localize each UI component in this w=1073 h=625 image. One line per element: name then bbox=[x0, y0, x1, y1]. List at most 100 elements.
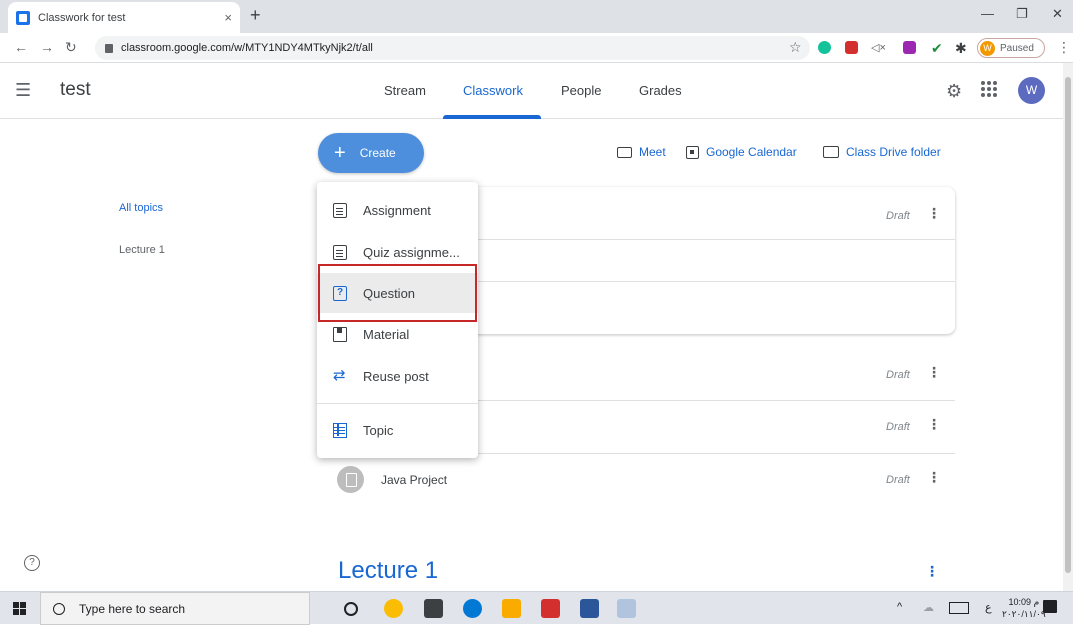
grammarly-extension-icon[interactable] bbox=[818, 41, 831, 54]
forward-icon[interactable]: → bbox=[40, 39, 54, 55]
main-menu-icon[interactable]: ☰ bbox=[15, 80, 31, 101]
windows-start-icon[interactable] bbox=[13, 602, 26, 615]
url-text: classroom.google.com/w/MTY1NDY4MTkyNjk2/… bbox=[121, 42, 373, 54]
menu-item-label: Quiz assignme... bbox=[363, 244, 460, 260]
tab-grades[interactable]: Grades bbox=[639, 83, 682, 98]
page-scrollbar[interactable] bbox=[1063, 63, 1073, 591]
topic-all-topics[interactable]: All topics bbox=[119, 202, 163, 214]
reuse-arrows-icon: ⇄ bbox=[333, 366, 346, 384]
b-extension-icon[interactable] bbox=[903, 41, 916, 54]
extensions-puzzle-icon[interactable]: ✱ bbox=[955, 40, 967, 57]
tray-expand-icon[interactable]: ^ bbox=[897, 601, 902, 613]
class-drive-folder-link[interactable]: Class Drive folder bbox=[823, 145, 941, 159]
card-row[interactable] bbox=[448, 187, 955, 240]
back-icon[interactable]: ← bbox=[14, 39, 28, 55]
draft-status: Draft bbox=[886, 421, 910, 433]
tab-close-icon[interactable]: × bbox=[224, 10, 232, 25]
minimize-icon[interactable]: — bbox=[981, 6, 994, 21]
menu-item-label: Reuse post bbox=[363, 368, 429, 384]
paint-taskbar-icon[interactable] bbox=[617, 599, 636, 618]
classroom-favicon-icon bbox=[16, 10, 30, 25]
draft-status: Draft bbox=[886, 369, 910, 381]
card-row[interactable] bbox=[448, 240, 955, 282]
tab-people[interactable]: People bbox=[561, 83, 601, 98]
menu-divider bbox=[317, 403, 478, 404]
class-settings-gear-icon[interactable]: ⚙ bbox=[946, 81, 962, 102]
cortana-icon[interactable] bbox=[344, 602, 358, 616]
scrollbar-thumb[interactable] bbox=[1065, 77, 1071, 573]
assignment-icon bbox=[333, 202, 347, 218]
tab-title: Classwork for test bbox=[38, 11, 126, 24]
input-language[interactable]: ع bbox=[985, 601, 992, 614]
more-options-icon[interactable]: ⋮ bbox=[927, 205, 941, 222]
calendar-label: Google Calendar bbox=[706, 145, 797, 159]
lock-icon bbox=[105, 43, 113, 53]
browser-tab[interactable]: Classwork for test × bbox=[8, 2, 240, 33]
topic-lecture-1[interactable]: Lecture 1 bbox=[119, 244, 165, 256]
store-taskbar-icon[interactable] bbox=[424, 599, 443, 618]
topic-more-options-icon[interactable]: ⋮ bbox=[925, 563, 939, 580]
meet-label: Meet bbox=[639, 145, 666, 159]
menu-item-label: Material bbox=[363, 326, 410, 342]
assignment-icon bbox=[337, 466, 364, 493]
check-extension-icon[interactable]: ✔ bbox=[931, 40, 943, 57]
profile-paused-button[interactable]: W Paused bbox=[977, 38, 1045, 58]
word-taskbar-icon[interactable] bbox=[580, 599, 599, 618]
close-window-icon[interactable]: ✕ bbox=[1052, 6, 1063, 22]
google-calendar-link[interactable]: Google Calendar bbox=[686, 145, 797, 159]
acrobat-taskbar-icon[interactable] bbox=[541, 599, 560, 618]
draft-status: Draft bbox=[886, 474, 910, 486]
acrobat-extension-icon[interactable] bbox=[845, 41, 858, 54]
more-options-icon[interactable]: ⋮ bbox=[927, 364, 941, 381]
classwork-card[interactable] bbox=[448, 187, 955, 334]
taskbar-clock[interactable]: 10:09 م ٢٠٢٠/١١/٠٩ bbox=[1002, 596, 1046, 620]
material-icon bbox=[333, 326, 347, 342]
tab-stream[interactable]: Stream bbox=[384, 83, 426, 98]
classwork-item-title[interactable]: Java Project bbox=[381, 473, 447, 487]
account-avatar[interactable]: W bbox=[1018, 77, 1045, 104]
onedrive-icon[interactable]: ☁ bbox=[923, 601, 934, 614]
draft-status: Draft bbox=[886, 210, 910, 222]
tab-classwork[interactable]: Classwork bbox=[463, 83, 523, 98]
search-icon bbox=[53, 602, 65, 615]
highlight-annotation-box bbox=[318, 264, 477, 322]
clock-time: 10:09 م bbox=[1008, 597, 1040, 607]
mute-tab-extension-icon[interactable]: ◁× bbox=[871, 41, 886, 54]
address-bar[interactable]: classroom.google.com/w/MTY1NDY4MTkyNjk2/… bbox=[95, 36, 810, 60]
quiz-assignment-icon bbox=[333, 244, 347, 260]
restore-icon[interactable]: ❐ bbox=[1016, 6, 1028, 22]
more-options-icon[interactable]: ⋮ bbox=[927, 416, 941, 433]
edge-taskbar-icon[interactable] bbox=[463, 599, 482, 618]
windows-taskbar: Type here to search ^ ☁ ع 10:09 م ٢٠٢٠/١… bbox=[0, 591, 1073, 625]
new-tab-button[interactable]: + bbox=[250, 5, 261, 26]
classroom-header: ☰ test Stream Classwork People Grades ⚙ … bbox=[0, 63, 1063, 119]
more-options-icon[interactable]: ⋮ bbox=[927, 469, 941, 486]
topic-list-icon bbox=[333, 422, 347, 438]
file-explorer-taskbar-icon[interactable] bbox=[502, 599, 521, 618]
search-placeholder: Type here to search bbox=[79, 601, 186, 616]
taskbar-search-box[interactable]: Type here to search bbox=[40, 592, 310, 625]
google-apps-icon[interactable] bbox=[981, 81, 997, 97]
browser-tab-strip: Classwork for test × + — ❐ ✕ bbox=[0, 0, 1073, 33]
list-divider bbox=[448, 400, 955, 401]
chrome-taskbar-icon[interactable] bbox=[384, 599, 403, 618]
menu-item-assignment[interactable]: Assignment bbox=[317, 190, 478, 230]
menu-item-label: Topic bbox=[363, 422, 394, 438]
reload-icon[interactable]: ↻ bbox=[65, 39, 77, 56]
topic-heading: Lecture 1 bbox=[338, 557, 439, 584]
clock-date: ٢٠٢٠/١١/٠٩ bbox=[1002, 609, 1046, 619]
active-tab-indicator bbox=[443, 115, 541, 119]
meet-link[interactable]: Meet bbox=[617, 145, 666, 159]
profile-avatar: W bbox=[980, 40, 995, 56]
folder-icon bbox=[823, 146, 839, 158]
menu-item-reuse-post[interactable]: ⇄ Reuse post bbox=[317, 356, 478, 396]
class-name[interactable]: test bbox=[60, 79, 91, 101]
help-icon[interactable]: ? bbox=[24, 555, 40, 571]
menu-item-topic[interactable]: Topic bbox=[317, 410, 478, 450]
menu-item-label: Assignment bbox=[363, 202, 431, 218]
bookmark-star-icon[interactable]: ☆ bbox=[789, 39, 802, 56]
keyboard-icon[interactable] bbox=[949, 602, 969, 614]
browser-menu-icon[interactable]: ⋮ bbox=[1057, 39, 1071, 56]
notifications-icon[interactable] bbox=[1043, 600, 1057, 613]
create-button[interactable]: + Create bbox=[318, 133, 424, 173]
